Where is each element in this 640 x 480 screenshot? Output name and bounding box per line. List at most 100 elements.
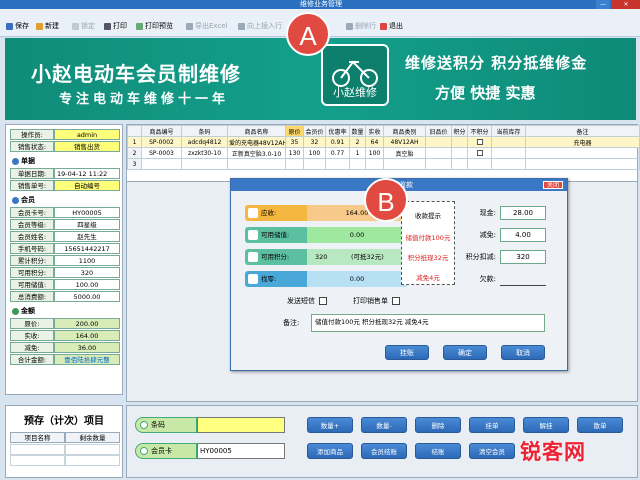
new-icon [36,22,43,30]
points-deduct-input[interactable]: 320 [500,250,546,264]
print-button[interactable]: 打印 [104,20,127,32]
payment-hint-box: 收款提示 储值付款100元 积分抵现32元 减免4元 [401,201,455,285]
member-checkout-button[interactable]: 会员结账 [361,443,407,459]
items-grid: 商品编号 条码 商品名称 原价 会员价 优惠率 数量 实收 商品类别 旧品价 积… [126,124,640,182]
total-spend-row: 总消费额: 5000.00 [10,291,120,302]
unhold-button[interactable]: 解挂 [523,417,569,433]
list-item[interactable] [10,444,120,455]
exit-button[interactable]: 退出 [380,20,403,32]
received-value: 164.00 [54,330,120,341]
sms-checkbox[interactable]: 发送短信 [287,296,327,306]
banner-slogan-2: 方便 快捷 实惠 [435,84,536,102]
receivable-icon [248,208,258,218]
sale-no-field[interactable]: 自动编号 [54,180,120,191]
col-header[interactable]: 旧品价 [425,125,452,137]
discount-row: 减免: 36.00 [10,342,120,353]
confirm-button[interactable]: 确定 [443,345,487,360]
avail-stored-value: 100.00 [54,279,120,290]
col-header[interactable]: 商品编号 [141,125,182,137]
minimize-button[interactable]: — [596,0,610,9]
col-header[interactable]: 条码 [181,125,228,137]
cash-input[interactable]: 28.00 [500,206,546,220]
loose-order-button[interactable]: 散单 [577,417,623,433]
name-value: 赵先生 [54,231,120,242]
no-points-checkbox[interactable] [476,139,483,145]
status-row: 销售状态: 销售出货 [10,141,120,152]
orig-value: 200.00 [54,318,120,329]
col-header[interactable]: 数量 [349,125,366,137]
add-product-button[interactable]: 添加商品 [307,443,353,459]
prepaid-header: 项目名称 剩余数量 [10,432,120,443]
date-field[interactable]: 19-04-12 11:22 [54,168,120,179]
col-header[interactable]: 会员价 [303,125,326,137]
change-value: 0.00 [307,271,407,287]
sale-no-row: 销售单号: 自动编号 [10,180,120,191]
table-row[interactable]: 1 SP-0002 adcdq4812 爱的充电器48V12AH 35 32 0.91 2 64… [127,136,640,148]
delete-button[interactable]: 删除 [415,417,461,433]
change-icon [248,274,258,284]
qty-minus-button[interactable]: 数量- [361,417,407,433]
member-card-icon [140,447,148,455]
col-header[interactable]: 商品类别 [383,125,426,137]
checkout-button[interactable]: 结账 [415,443,461,459]
section-member: 会员 [12,195,35,205]
col-header[interactable]: 实收 [365,125,384,137]
hint-line-2: 积分抵现32元 [407,254,449,262]
points-icon [248,252,258,262]
new-button[interactable]: 新建 [36,20,59,32]
owed-input[interactable] [500,272,546,286]
name-row: 会员姓名: 赵先生 [10,231,120,242]
points-deduct-row: 积分扣减: 320 [456,250,551,264]
export-excel-button[interactable]: 导出Excel [186,20,228,32]
logo-text: 小赵维修 [333,86,377,99]
table-row[interactable]: 3 [127,158,640,170]
print-preview-button[interactable]: 打印预览 [136,20,173,32]
section-amount: 金额 [12,306,35,316]
exit-icon [380,22,387,30]
phone-row: 手机号码: 15651442217 [10,243,120,254]
lock-icon [72,22,79,30]
phone-value: 15651442217 [54,243,120,254]
total-value: 壹佰陆拾肆元整 [54,354,120,365]
insert-row-button[interactable]: 向上插入行 [238,20,282,32]
table-row[interactable]: 2 SP-0003 zxzkt30-10 正新真空胎3.0-10 130 100 0.77 1… [127,147,640,159]
save-button[interactable]: 保存 [6,20,29,32]
col-header[interactable]: 备注 [525,125,640,137]
window-title: 维修业务管理 [300,0,342,8]
member-icon [12,196,19,204]
col-header[interactable]: 积分 [451,125,468,137]
col-header[interactable]: 不积分 [467,125,492,137]
points-deduct-note: (可抵32元) [351,253,384,261]
cash-row: 现金: 28.00 [456,206,551,220]
col-header[interactable]: 当前库存 [491,125,526,137]
stored-row: 可用储值: 0.00 [245,227,407,243]
dialog-close-button[interactable]: 关闭 [543,181,563,189]
status-value[interactable]: 销售出货 [54,141,120,152]
hold-order-button[interactable]: 挂单 [469,417,515,433]
save-icon [6,22,13,30]
no-points-checkbox[interactable] [476,150,483,156]
col-header[interactable]: 商品名称 [227,125,286,137]
member-card-input[interactable]: HY00005 [197,443,285,459]
col-header[interactable]: 优惠率 [325,125,350,137]
stored-value[interactable]: 0.00 [307,227,407,243]
hold-button[interactable]: 挂账 [385,345,429,360]
note-label: 备注: [283,319,300,327]
delete-row-button[interactable]: 删除行 [346,20,376,32]
clear-member-button[interactable]: 清空会员 [469,443,515,459]
print-receipt-checkbox[interactable]: 打印销售单 [353,296,400,306]
barcode-input[interactable] [197,417,285,433]
barcode-icon [140,421,148,429]
level-value: 四星级 [54,219,120,230]
lock-button[interactable]: 锁定 [72,20,95,32]
acc-points-row: 累计积分: 1100 [10,255,120,266]
qty-plus-button[interactable]: 数量+ [307,417,353,433]
col-header[interactable]: 原价 [285,125,304,137]
total-row: 合计金额: 壹佰陆拾肆元整 [10,354,120,365]
discount-input[interactable]: 4.00 [500,228,546,242]
cancel-button[interactable]: 取消 [501,345,545,360]
annotation-badge-b: B [364,178,408,222]
note-textarea[interactable]: 储值付款100元 积分抵现32元 减免4元 [311,314,545,332]
list-item[interactable] [10,455,120,466]
close-window-button[interactable]: ✕ [612,0,640,9]
